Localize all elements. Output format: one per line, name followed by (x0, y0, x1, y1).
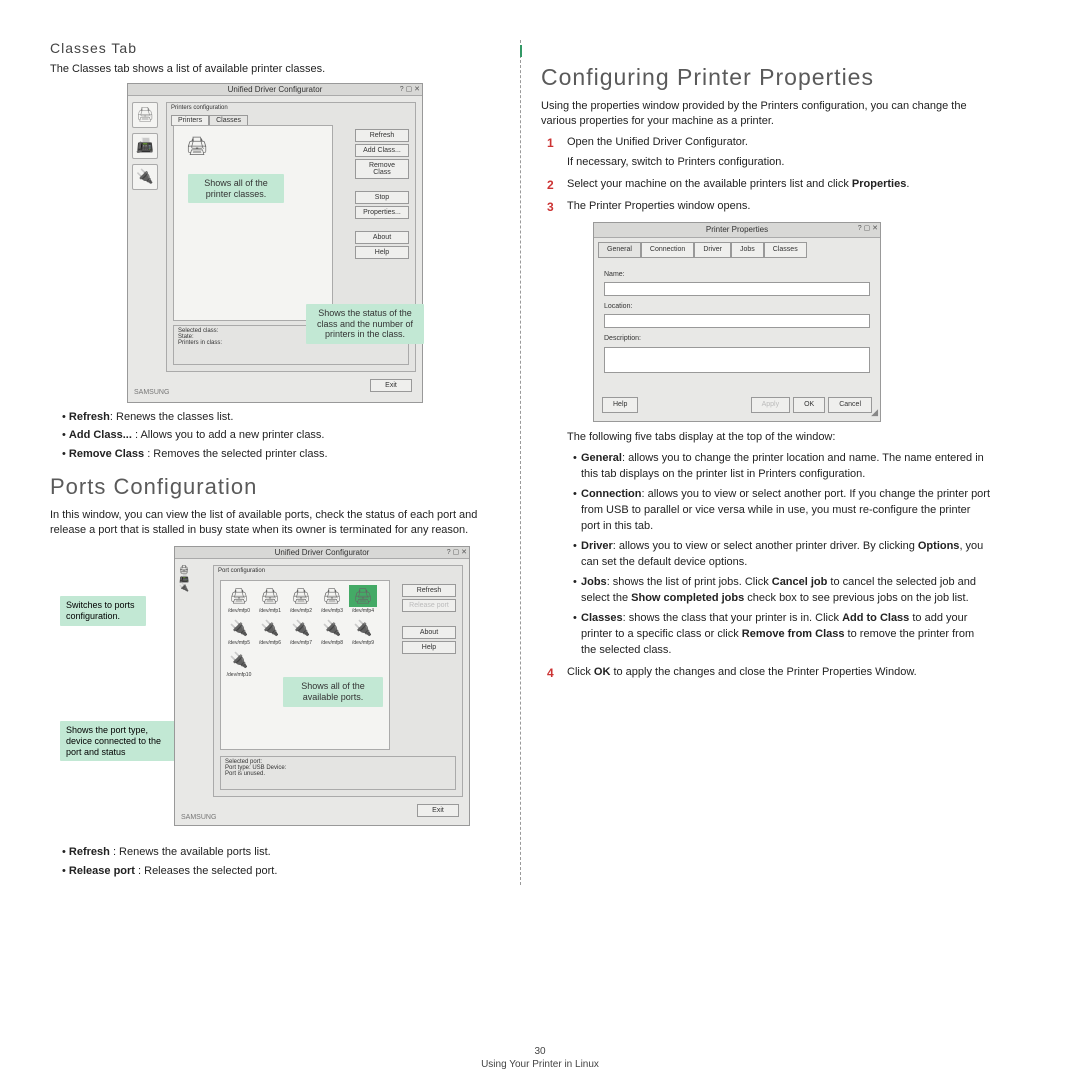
exit-button[interactable]: Exit (370, 379, 412, 392)
window-title: Unified Driver Configurator? ▢ ✕ (175, 547, 469, 559)
desc-driver: Driver: allows you to view or select ano… (573, 539, 991, 571)
class-list[interactable]: 🖨 (173, 125, 333, 321)
window-controls-icon: ? ▢ ✕ (400, 85, 420, 93)
selected-port-panel: Selected port: Port type: USB Device: Po… (220, 756, 456, 790)
location-input[interactable] (604, 314, 870, 328)
window-controls-icon: ? ▢ ✕ (858, 224, 878, 234)
ok-button[interactable]: OK (793, 397, 825, 413)
step-1: 1 Open the Unified Driver Configurator. … (547, 135, 991, 171)
ports-intro: In this window, you can view the list of… (50, 508, 500, 538)
chapter-title: Using Your Printer in Linux (481, 1059, 599, 1070)
ports-section-icon: 🔌 (179, 583, 209, 592)
bullet-remove-class: Remove Class : Removes the selected prin… (62, 446, 500, 463)
screenshot-classes-tab: Unified Driver Configurator? ▢ ✕ 🖨 📠 🔌 P… (127, 83, 423, 403)
tab-general[interactable]: General (598, 242, 641, 258)
label-name: Name: (604, 270, 870, 280)
cancel-button[interactable]: Cancel (828, 397, 872, 413)
scanner-section-icon: 📠 (132, 133, 158, 159)
callout-switch-ports: Switches to ports configuration. (60, 596, 146, 626)
step-4: 4 Click OK to apply the changes and clos… (547, 665, 991, 681)
stop-button[interactable]: Stop (355, 191, 409, 204)
page-number: 30 (0, 1046, 1080, 1057)
help-button[interactable]: Help (602, 397, 638, 413)
classes-intro: The Classes tab shows a list of availabl… (50, 62, 500, 77)
printer-section-icon: 🖨 (132, 102, 158, 128)
group-label: Printers configuration (171, 105, 415, 111)
remove-class-button[interactable]: Remove Class (355, 159, 409, 179)
exit-button[interactable]: Exit (417, 804, 459, 817)
release-port-button[interactable]: Release port (402, 599, 456, 612)
refresh-button[interactable]: Refresh (402, 584, 456, 597)
about-button[interactable]: About (355, 231, 409, 244)
apply-button[interactable]: Apply (751, 397, 791, 413)
printer-section-icon: 🖨 (179, 565, 209, 574)
desc-classes: Classes: shows the class that your print… (573, 611, 991, 659)
bullet-add-class: Add Class... : Allows you to add a new p… (62, 427, 500, 444)
callout-port-status: Shows the port type, device connected to… (60, 721, 180, 761)
desc-connection: Connection: allows you to view or select… (573, 487, 991, 535)
printer-class-icon: 🖨 (180, 132, 214, 162)
about-button[interactable]: About (402, 626, 456, 639)
callout-available-ports: Shows all of the available ports. (283, 677, 383, 707)
label-description: Description: (604, 334, 870, 344)
ports-heading: Ports Configuration (50, 474, 500, 500)
tab-driver[interactable]: Driver (694, 242, 731, 258)
step-2: 2 Select your machine on the available p… (547, 177, 991, 193)
callout-printer-classes: Shows all of the printer classes. (188, 174, 284, 204)
resize-grip-icon: ◢ (871, 406, 878, 419)
add-class-button[interactable]: Add Class... (355, 144, 409, 157)
desc-jobs: Jobs: shows the list of print jobs. Clic… (573, 575, 991, 607)
window-controls-icon: ? ▢ ✕ (447, 548, 467, 556)
port-grid[interactable]: 🖨🖨🖨🖨🖨 /dev/mfp0/dev/mfp1/dev/mfp2/dev/mf… (220, 580, 390, 750)
group-label: Port configuration (218, 568, 462, 574)
desc-general: General: allows you to change the printe… (573, 451, 991, 483)
step-3: 3 The Printer Properties window opens. P… (547, 199, 991, 659)
screenshot-ports: Unified Driver Configurator? ▢ ✕ 🖨 📠 🔌 P… (174, 546, 470, 826)
brand-logo: SAMSUNG (181, 814, 216, 821)
tab-connection[interactable]: Connection (641, 242, 694, 258)
window-title: Unified Driver Configurator? ▢ ✕ (128, 84, 422, 96)
ports-section-icon: 🔌 (132, 164, 158, 190)
refresh-button[interactable]: Refresh (355, 129, 409, 142)
label-location: Location: (604, 302, 870, 312)
properties-button[interactable]: Properties... (355, 206, 409, 219)
callout-class-status: Shows the status of the class and the nu… (306, 304, 424, 344)
configuring-intro: Using the properties window provided by … (541, 99, 991, 129)
bullet-release-port: Release port : Releases the selected por… (62, 863, 500, 880)
help-button[interactable]: Help (402, 641, 456, 654)
brand-logo: SAMSUNG (134, 389, 169, 396)
tabs-intro: The following five tabs display at the t… (567, 430, 991, 445)
help-button[interactable]: Help (355, 246, 409, 259)
tab-classes[interactable]: Classes (764, 242, 807, 258)
page-footer: 30 Using Your Printer in Linux (0, 1046, 1080, 1070)
column-divider (520, 40, 521, 885)
classes-tab-heading: Classes Tab (50, 40, 500, 56)
scanner-section-icon: 📠 (179, 574, 209, 583)
configuring-heading: Configuring Printer Properties (541, 64, 991, 91)
bullet-refresh: Refresh: Renews the classes list. (62, 409, 500, 426)
description-input[interactable] (604, 347, 870, 373)
name-input[interactable] (604, 282, 870, 296)
tab-jobs[interactable]: Jobs (731, 242, 764, 258)
bullet-ports-refresh: Refresh : Renews the available ports lis… (62, 844, 500, 861)
screenshot-printer-properties: Printer Properties? ▢ ✕ GeneralConnectio… (593, 222, 881, 422)
window-title: Printer Properties? ▢ ✕ (594, 223, 880, 238)
